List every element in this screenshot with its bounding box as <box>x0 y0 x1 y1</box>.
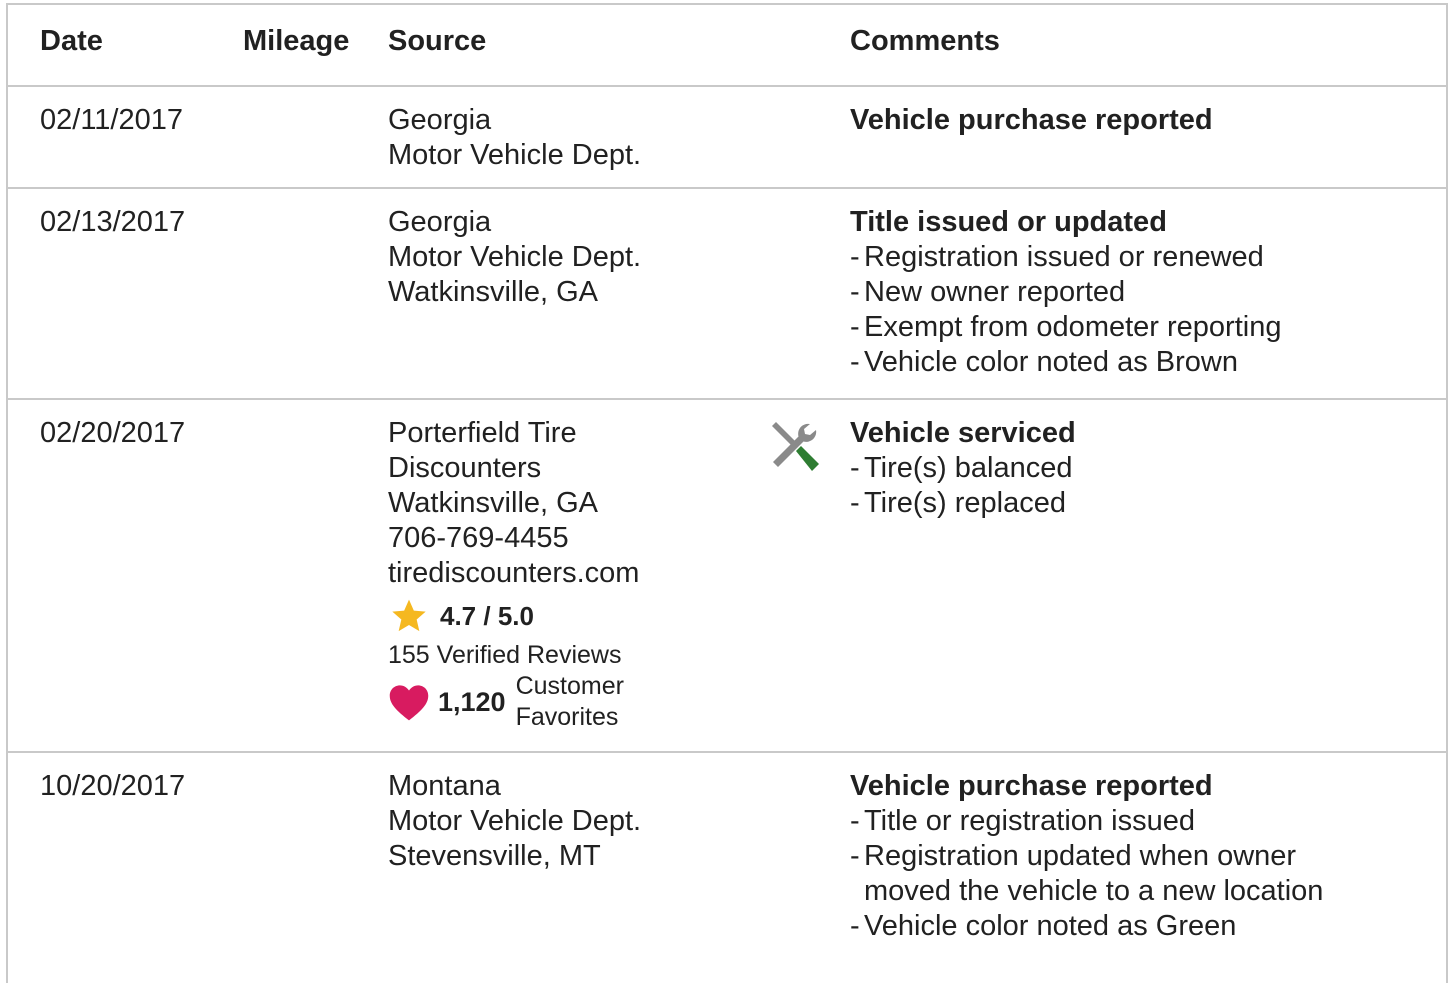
table-row: 02/11/2017 Georgia Motor Vehicle Dept. V… <box>6 87 1448 189</box>
header-comments: Comments <box>850 25 1000 57</box>
source-line: Watkinsville, GA <box>388 487 599 519</box>
table-header: Date Mileage Source Comments <box>6 5 1448 87</box>
comment-title: Vehicle purchase reported <box>850 104 1213 136</box>
header-mileage: Mileage <box>243 25 350 57</box>
row-date: 10/20/2017 <box>40 770 186 802</box>
source-line: Motor Vehicle Dept. <box>388 241 642 273</box>
row-source: Georgia Motor Vehicle Dept. Watkinsville… <box>388 205 641 310</box>
source-line: Motor Vehicle Dept. <box>388 139 642 171</box>
comment-title: Title issued or updated <box>850 206 1167 238</box>
star-icon <box>392 599 426 632</box>
favorites-count: 1,120 <box>438 686 506 717</box>
table-row: 10/20/2017 Montana Motor Vehicle Dept. S… <box>6 753 1448 973</box>
header-date: Date <box>40 25 103 57</box>
website-link[interactable]: tirediscounters.com <box>388 556 639 591</box>
source-line: Montana <box>388 770 501 802</box>
source-line: Watkinsville, GA <box>388 276 599 308</box>
row-comments: Vehicle purchase reported - Title or regi… <box>850 769 1323 944</box>
comment-title: Vehicle purchase reported <box>850 770 1213 802</box>
customer-favorites: 1,120 Customer Favorites <box>388 671 639 733</box>
row-comments: Vehicle purchase reported <box>850 103 1213 138</box>
comment-item: - Tire(s) balanced <box>850 452 1073 484</box>
row-source: Porterfield Tire Discounters Watkinsvill… <box>388 416 639 733</box>
source-line: Discounters <box>388 452 542 484</box>
comment-item: - Tire(s) replaced <box>850 487 1066 519</box>
source-line: 706-769-4455 <box>388 522 569 554</box>
header-source: Source <box>388 25 487 57</box>
comment-item: - Vehicle color noted as Brown <box>850 346 1238 378</box>
source-line: Georgia <box>388 206 492 238</box>
source-line: Stevensville, MT <box>388 840 601 872</box>
row-source: Georgia Motor Vehicle Dept. <box>388 103 641 173</box>
row-source: Montana Motor Vehicle Dept. Stevensville… <box>388 769 641 874</box>
comment-item: - Registration updated when owner <box>850 840 1297 872</box>
row-comments: Vehicle serviced - Tire(s) balanced - Tire… <box>850 416 1076 521</box>
comment-item: - Title or registration issued <box>850 805 1195 837</box>
service-tools-icon <box>772 422 819 471</box>
comment-item: - Exempt from odometer reporting <box>850 311 1282 343</box>
rating: 4.7 / 5.0 <box>388 597 639 635</box>
comment-title: Vehicle serviced <box>850 417 1076 449</box>
source-line: Motor Vehicle Dept. <box>388 805 642 837</box>
row-date: 02/20/2017 <box>40 417 186 449</box>
comment-item: moved the vehicle to a new location <box>864 875 1324 907</box>
table-row: 02/13/2017 Georgia Motor Vehicle Dept. W… <box>6 189 1448 400</box>
table-row: 02/20/2017 Porterfield Tire Discounters … <box>6 400 1448 753</box>
row-date: 02/13/2017 <box>40 206 186 238</box>
comment-item: - Vehicle color noted as Green <box>850 910 1237 942</box>
heart-icon <box>389 685 429 721</box>
row-comments: Title issued or updated - Registration is… <box>850 205 1281 380</box>
verified-reviews[interactable]: 155 Verified Reviews <box>388 639 639 671</box>
row-date: 02/11/2017 <box>40 104 183 136</box>
comment-item: - Registration issued or renewed <box>850 241 1264 273</box>
favorites-label: Customer Favorites <box>515 672 624 731</box>
rating-value: 4.7 / 5.0 <box>440 600 534 631</box>
comment-item: - New owner reported <box>850 276 1126 308</box>
source-line: Porterfield Tire <box>388 417 577 449</box>
source-line: Georgia <box>388 104 492 136</box>
